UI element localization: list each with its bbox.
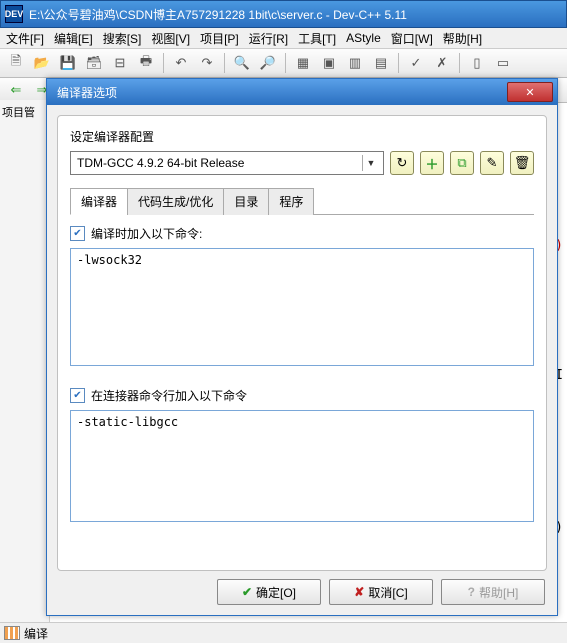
save-all-icon[interactable]: 🗃 — [82, 51, 106, 75]
compiler-cmd-input[interactable] — [70, 248, 534, 366]
delete-config-button[interactable]: 🗑 — [510, 151, 534, 175]
combo-value: TDM-GCC 4.9.2 64-bit Release — [77, 156, 244, 170]
compiler-cmd-label: 编译时加入以下命令: — [91, 225, 202, 242]
menu-tools[interactable]: 工具[T] — [294, 28, 340, 49]
linker-cmd-checkbox[interactable]: ✔ — [70, 388, 85, 403]
tab-directories[interactable]: 目录 — [223, 188, 269, 215]
separator — [163, 53, 164, 73]
redo-icon[interactable]: ↷ — [195, 51, 219, 75]
separator — [285, 53, 286, 73]
help-button[interactable]: ?帮助[H] — [441, 579, 545, 605]
question-icon: ? — [468, 585, 475, 599]
compiler-options-dialog: 编译器选项 ✕ 设定编译器配置 TDM-GCC 4.9.2 64-bit Rel… — [46, 78, 558, 616]
tab-compiler[interactable]: 编译器 — [70, 188, 128, 215]
new-file-icon[interactable]: 🗎 — [4, 51, 28, 75]
status-text: 编译 — [24, 625, 48, 642]
add-config-button[interactable]: ＋ — [420, 151, 444, 175]
main-title: E:\公众号碧油鸡\CSDN博主A757291228 1bit\c\server… — [29, 6, 407, 23]
separator — [459, 53, 460, 73]
undo-icon[interactable]: ↶ — [169, 51, 193, 75]
open-icon[interactable]: 📂 — [30, 51, 54, 75]
run-icon[interactable]: ▣ — [317, 51, 341, 75]
refresh-config-button[interactable]: ↻ — [390, 151, 414, 175]
statusbar: 编译 — [0, 622, 567, 643]
menu-run[interactable]: 运行[R] — [245, 28, 292, 49]
dialog-body: 设定编译器配置 TDM-GCC 4.9.2 64-bit Release ▼ ↻… — [57, 115, 547, 571]
x-icon: ✘ — [354, 585, 364, 599]
check-icon: ✔ — [242, 585, 252, 599]
print-icon[interactable]: 🖶 — [134, 51, 158, 75]
menu-edit[interactable]: 编辑[E] — [50, 28, 97, 49]
menu-astyle[interactable]: AStyle — [342, 29, 385, 47]
tab-programs[interactable]: 程序 — [268, 188, 314, 215]
stop-icon[interactable]: ✗ — [430, 51, 454, 75]
tab-codegen[interactable]: 代码生成/优化 — [127, 188, 224, 215]
separator — [398, 53, 399, 73]
close-file-icon[interactable]: ⊟ — [108, 51, 132, 75]
menu-window[interactable]: 窗口[W] — [387, 28, 437, 49]
duplicate-config-button[interactable]: ⧉ — [450, 151, 474, 175]
status-grid-icon[interactable] — [4, 626, 20, 640]
app-icon: DEV — [5, 5, 23, 23]
chevron-down-icon: ▼ — [362, 155, 379, 171]
rebuild-icon[interactable]: ▤ — [369, 51, 393, 75]
dialog-buttons: ✔确定[O] ✘取消[C] ?帮助[H] — [217, 579, 545, 605]
menu-help[interactable]: 帮助[H] — [439, 28, 486, 49]
close-button[interactable]: ✕ — [507, 82, 553, 102]
linker-cmd-input[interactable] — [70, 410, 534, 522]
tabs: 编译器 代码生成/优化 目录 程序 — [70, 187, 534, 215]
menu-file[interactable]: 文件[F] — [2, 28, 48, 49]
main-titlebar: DEV E:\公众号碧油鸡\CSDN博主A757291228 1bit\c\se… — [0, 0, 567, 28]
compiler-cmd-checkbox[interactable]: ✔ — [70, 226, 85, 241]
find-icon[interactable]: 🔍 — [230, 51, 254, 75]
project-panel: 项目管 — [0, 100, 50, 623]
menu-search[interactable]: 搜索[S] — [99, 28, 146, 49]
menu-view[interactable]: 视图[V] — [147, 28, 194, 49]
compile-run-icon[interactable]: ▥ — [343, 51, 367, 75]
dialog-titlebar: 编译器选项 ✕ — [47, 79, 557, 105]
linker-cmd-checkbox-row: ✔ 在连接器命令行加入以下命令 — [70, 387, 534, 404]
separator — [224, 53, 225, 73]
ok-button[interactable]: ✔确定[O] — [217, 579, 321, 605]
project-panel-label: 项目管 — [2, 107, 35, 119]
debug-icon[interactable]: ✓ — [404, 51, 428, 75]
linker-cmd-label: 在连接器命令行加入以下命令 — [91, 387, 247, 404]
back-icon[interactable]: ⇐ — [4, 78, 28, 102]
menu-project[interactable]: 项目[P] — [196, 28, 243, 49]
compiler-config-combo[interactable]: TDM-GCC 4.9.2 64-bit Release ▼ — [70, 151, 384, 175]
replace-icon[interactable]: 🔎 — [256, 51, 280, 75]
compiler-cmd-checkbox-row: ✔ 编译时加入以下命令: — [70, 225, 534, 242]
config-group-label: 设定编译器配置 — [70, 128, 534, 145]
rename-config-button[interactable]: ✎ — [480, 151, 504, 175]
compile-icon[interactable]: ▦ — [291, 51, 315, 75]
cancel-button[interactable]: ✘取消[C] — [329, 579, 433, 605]
dialog-title: 编译器选项 — [57, 84, 117, 101]
toolbar-main: 🗎 📂 💾 🗃 ⊟ 🖶 ↶ ↷ 🔍 🔎 ▦ ▣ ▥ ▤ ✓ ✗ ▯ ▭ — [0, 49, 567, 78]
window-tile-icon[interactable]: ▯ — [465, 51, 489, 75]
window-cascade-icon[interactable]: ▭ — [491, 51, 515, 75]
save-icon[interactable]: 💾 — [56, 51, 80, 75]
menubar: 文件[F] 编辑[E] 搜索[S] 视图[V] 项目[P] 运行[R] 工具[T… — [0, 28, 567, 49]
config-row: TDM-GCC 4.9.2 64-bit Release ▼ ↻ ＋ ⧉ ✎ 🗑 — [70, 151, 534, 175]
